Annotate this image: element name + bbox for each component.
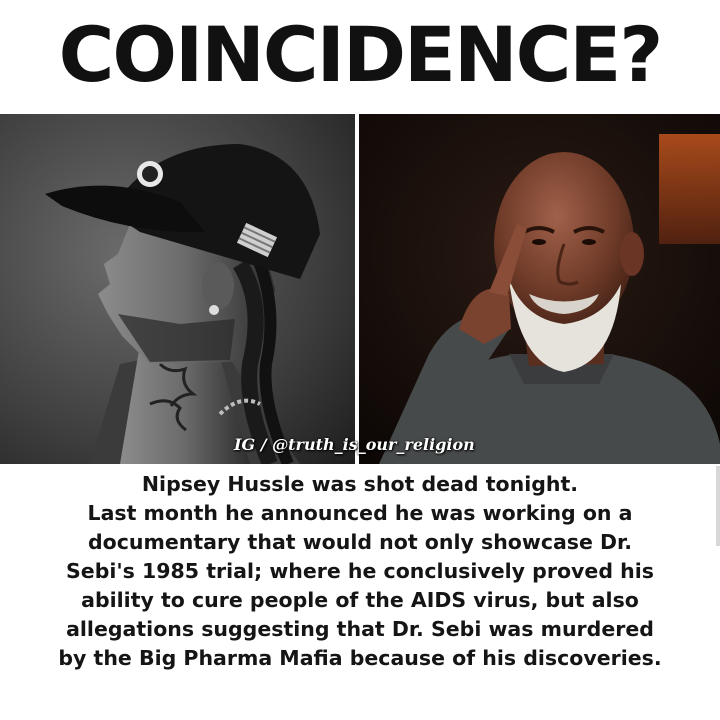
caption-line: ability to cure people of the AIDS virus… [81,588,639,612]
edge-artifact [716,466,720,546]
caption-text: Nipsey Hussle was shot dead tonight. Las… [0,470,720,720]
portrait-right-illustration [359,114,720,464]
caption-line: Last month he announced he was working o… [87,501,633,525]
caption-line: Nipsey Hussle was shot dead tonight. [141,472,579,496]
watermark-handle: IG / @truth_is_our_religion [234,435,475,454]
photo-nipsey-hussle [0,114,355,464]
social-post: COINCIDENCE? IG / @truth_is_our_religion… [0,0,720,720]
caption-line: Sebi's 1985 trial; where he conclusively… [66,559,654,583]
headline: COINCIDENCE? [58,10,664,99]
photo-pair: IG / @truth_is_our_religion [0,114,720,464]
caption-line: by the Big Pharma Mafia because of his d… [58,646,662,670]
portrait-left-illustration [0,114,355,464]
caption-line: documentary that would not only showcase… [87,530,633,554]
photo-dr-sebi [359,114,720,464]
caption-line: allegations suggesting that Dr. Sebi was… [66,617,654,641]
